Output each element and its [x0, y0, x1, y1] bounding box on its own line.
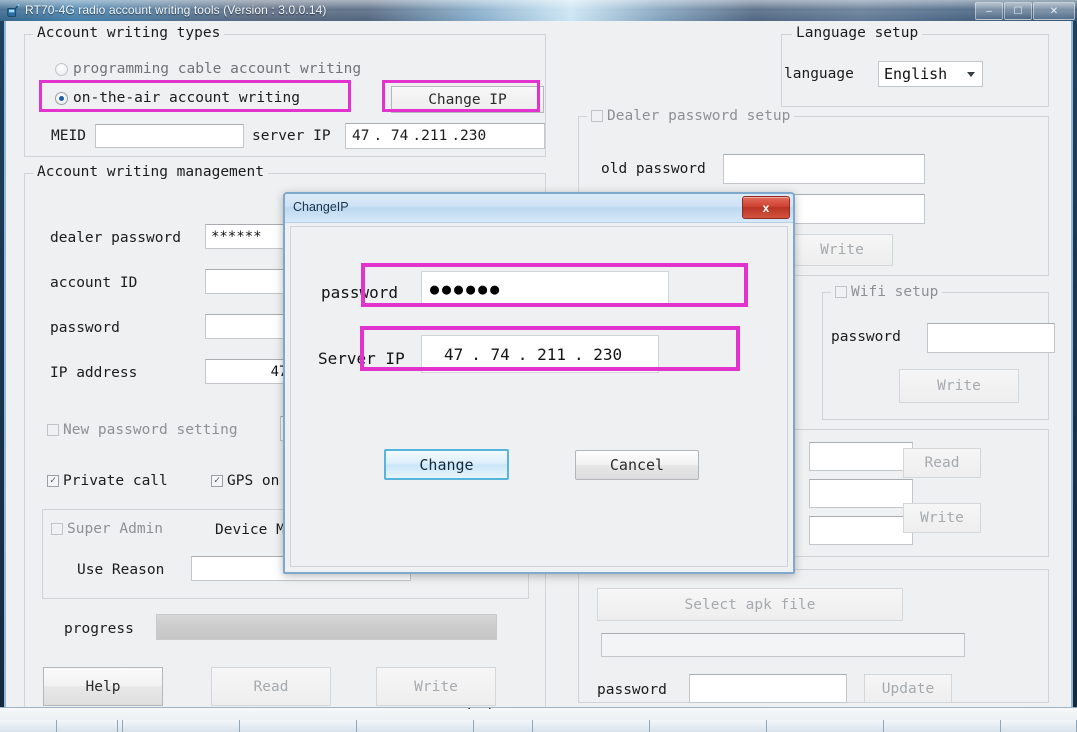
- radio-app-icon: [7, 4, 20, 17]
- select-apk-file-button[interactable]: Select apk file: [597, 588, 903, 621]
- dialog-ip-octet-2: . 74: [471, 344, 510, 364]
- server-ip-octet-3: .211: [412, 128, 448, 144]
- dialog-password-input[interactable]: ●●●●●●: [421, 271, 669, 307]
- radio-programming-cable-label: programming cable account writing: [73, 61, 362, 77]
- radio-dot-icon: [55, 62, 68, 76]
- private-call-label: Private call: [63, 473, 168, 489]
- change-ip-dialog: ChangeIP x password ●●●●●● Server IP 47 …: [283, 192, 795, 574]
- dialog-ip-octet-1: 47: [444, 344, 464, 364]
- device-field-2[interactable]: [809, 479, 913, 508]
- management-read-button[interactable]: Read: [211, 667, 331, 706]
- dialog-body: password ●●●●●● Server IP 47 . 74 . 211 …: [290, 226, 788, 567]
- language-setup-group: Language setup language English: [781, 25, 1049, 107]
- status-bar: Equipment not found!: [0, 707, 1077, 732]
- old-password-input[interactable]: [723, 154, 925, 184]
- radio-dot-icon: [55, 91, 68, 105]
- super-admin-label: Super Admin: [67, 521, 164, 537]
- checkbox-gps-on[interactable]: ✓ GPS on: [211, 473, 279, 489]
- wifi-setup-legend: Wifi setup: [851, 284, 939, 300]
- server-ip-octet-2: . 74: [373, 128, 409, 144]
- dealer-password-setup-legend: Dealer password setup: [607, 108, 791, 124]
- dialog-titlebar[interactable]: ChangeIP x: [285, 194, 793, 223]
- window-titlebar[interactable]: RT70-4G radio account writing tools (Ver…: [0, 0, 1077, 21]
- checkbox-box-icon: [51, 523, 63, 535]
- management-write-button[interactable]: Write: [376, 667, 496, 706]
- ip-address-label: IP address: [50, 365, 138, 381]
- dialog-close-button[interactable]: x: [742, 196, 790, 219]
- apk-update-button[interactable]: Update: [864, 674, 952, 703]
- checkbox-new-password-setting[interactable]: New password setting: [47, 422, 238, 438]
- checkbox-wifi-setup[interactable]: Wifi setup: [831, 284, 943, 300]
- dialog-title-text: ChangeIP: [293, 200, 349, 214]
- status-message: Equipment not found!: [0, 708, 1077, 710]
- dialog-password-label: password: [321, 283, 399, 302]
- dialog-password-dots: ●●●●●●: [430, 279, 503, 298]
- wifi-password-label: password: [831, 329, 901, 345]
- device-m-label: Device M: [215, 522, 285, 538]
- minimize-button[interactable]: –: [975, 2, 1003, 20]
- application-window: RT70-4G radio account writing tools (Ver…: [0, 0, 1077, 732]
- wifi-write-button[interactable]: Write: [899, 369, 1019, 403]
- language-select[interactable]: English: [878, 61, 983, 87]
- change-ip-button[interactable]: Change IP: [391, 86, 544, 113]
- dialog-ip-octet-3: . 211: [517, 344, 566, 364]
- device-field-1[interactable]: [809, 442, 913, 471]
- apk-update-group: Select apk file password Update: [578, 569, 1049, 703]
- progress-label: progress: [64, 621, 134, 637]
- device-write-button[interactable]: Write: [903, 503, 981, 533]
- checkbox-box-icon: ✓: [211, 475, 223, 487]
- checkbox-box-icon: [47, 424, 59, 436]
- maximize-button[interactable]: ☐: [1004, 2, 1032, 20]
- dialog-server-ip-input[interactable]: 47 . 74 . 211 . 230: [421, 335, 659, 373]
- apk-password-input[interactable]: [689, 674, 847, 703]
- account-writing-types-group: Account writing types programming cable …: [24, 25, 546, 157]
- chevron-down-icon: [967, 72, 975, 77]
- radio-programming-cable[interactable]: programming cable account writing: [55, 61, 361, 77]
- apk-path-input[interactable]: [601, 633, 965, 657]
- dealer-write-button[interactable]: Write: [791, 234, 893, 266]
- gps-on-label: GPS on: [227, 473, 280, 489]
- use-reason-label: Use Reason: [77, 562, 165, 578]
- checkbox-dealer-password-setup[interactable]: Dealer password setup: [587, 108, 795, 124]
- language-label: language: [784, 66, 854, 82]
- dialog-change-button[interactable]: Change: [384, 449, 509, 480]
- checkbox-super-admin[interactable]: Super Admin: [51, 521, 163, 537]
- account-writing-types-legend: Account writing types: [33, 25, 225, 41]
- dealer-password-label: dealer password: [50, 230, 181, 246]
- dialog-cancel-button[interactable]: Cancel: [575, 450, 699, 480]
- wifi-setup-group: Wifi setup password Write: [822, 284, 1055, 420]
- meid-input[interactable]: [95, 124, 244, 148]
- close-button[interactable]: ✕: [1033, 2, 1075, 20]
- device-read-button[interactable]: Read: [903, 448, 981, 478]
- language-value: English: [884, 65, 948, 83]
- progress-bar: [156, 614, 497, 640]
- radio-on-the-air[interactable]: on-the-air account writing: [55, 90, 300, 106]
- checkbox-box-icon: [591, 110, 603, 122]
- dealer-password-value: ******: [211, 228, 262, 245]
- wifi-password-input[interactable]: [927, 323, 1055, 353]
- language-setup-legend: Language setup: [792, 25, 923, 41]
- account-writing-management-legend: Account writing management: [33, 164, 268, 180]
- device-field-3[interactable]: [809, 516, 913, 545]
- help-button[interactable]: Help: [43, 667, 163, 706]
- account-id-label: account ID: [50, 275, 138, 291]
- server-ip-octet-1: 47: [352, 128, 370, 144]
- checkbox-private-call[interactable]: ✓ Private call: [47, 473, 168, 489]
- taskbar-cells: [0, 720, 1077, 732]
- window-controls: – ☐ ✕: [975, 2, 1075, 20]
- checkbox-box-icon: [835, 286, 847, 298]
- window-title: RT70-4G radio account writing tools (Ver…: [25, 3, 327, 17]
- checkbox-box-icon: ✓: [47, 475, 59, 487]
- radio-on-the-air-label: on-the-air account writing: [73, 90, 300, 106]
- server-ip-label: server IP: [252, 128, 331, 144]
- apk-password-label: password: [597, 682, 667, 698]
- new-password-setting-label: New password setting: [63, 422, 238, 438]
- old-password-label: old password: [601, 161, 706, 177]
- dialog-ip-octet-4: . 230: [573, 344, 623, 364]
- password-label: password: [50, 320, 120, 336]
- dialog-server-ip-label: Server IP: [318, 349, 405, 368]
- server-ip-input-group[interactable]: 47 . 74 .211 .230: [345, 123, 545, 149]
- server-ip-octet-4: .230: [451, 128, 487, 144]
- meid-label: MEID: [51, 128, 86, 144]
